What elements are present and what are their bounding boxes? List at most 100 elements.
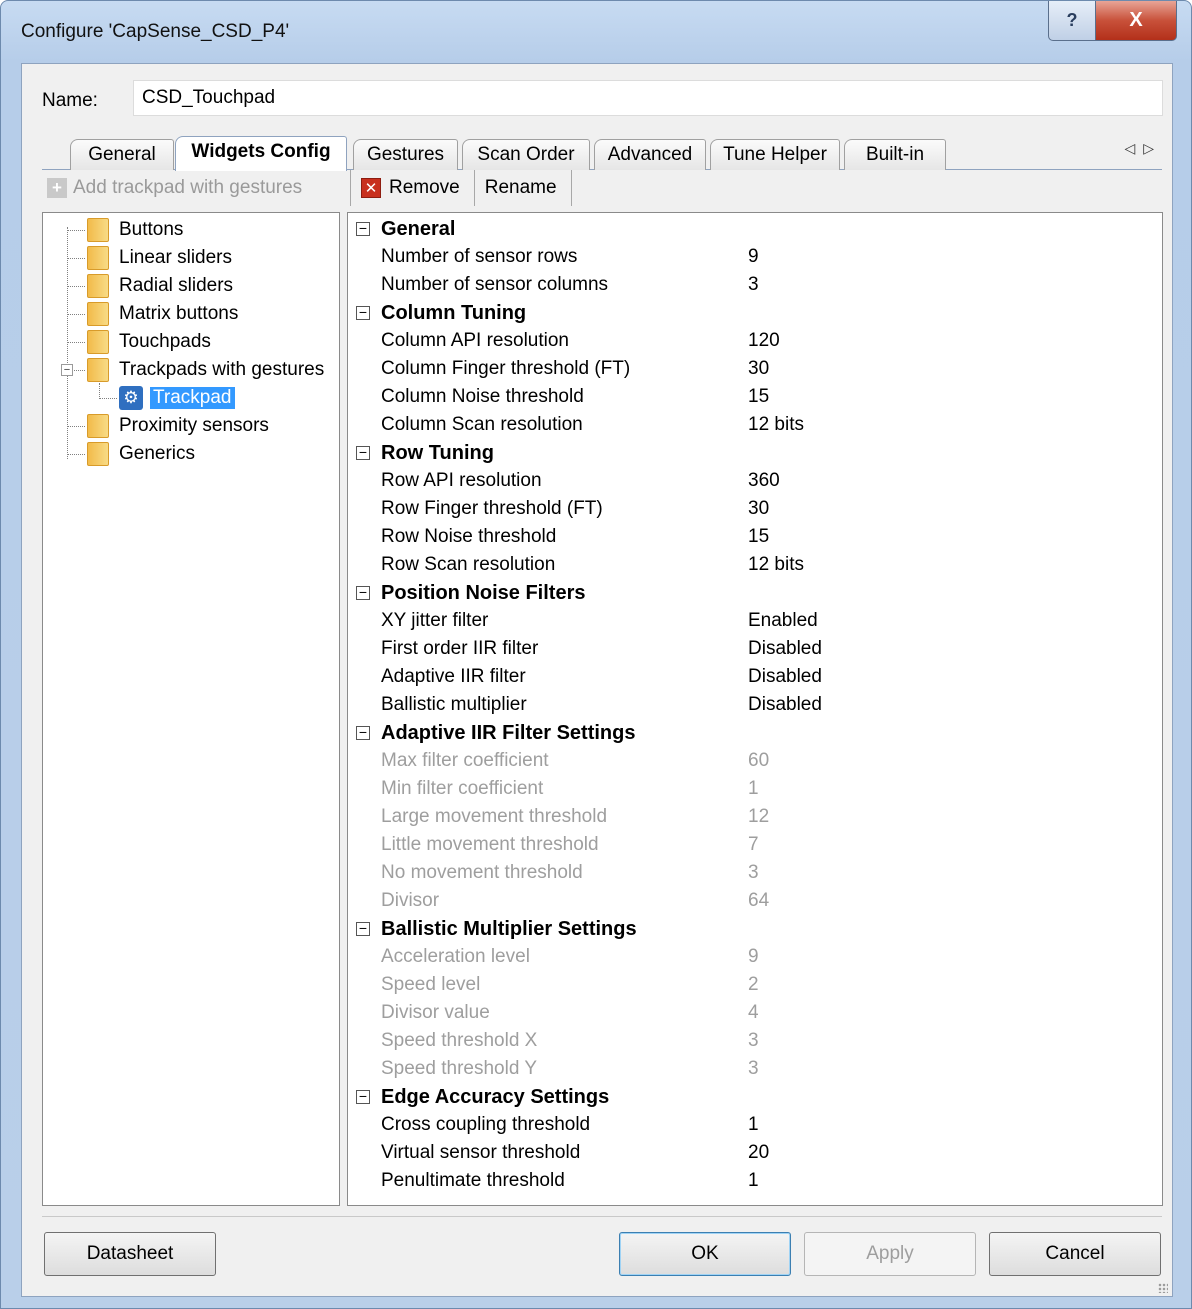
property-value[interactable]: 15 xyxy=(748,526,769,548)
property-value[interactable]: 3 xyxy=(748,274,759,296)
collapse-toggle-icon[interactable]: − xyxy=(61,364,73,376)
property-value[interactable]: 4 xyxy=(748,1002,759,1024)
tab-gestures[interactable]: Gestures xyxy=(353,139,458,170)
tree-item-matrix-buttons[interactable]: Matrix buttons xyxy=(87,300,238,328)
close-button[interactable]: X xyxy=(1095,1,1177,41)
tree-item-radial-sliders[interactable]: Radial sliders xyxy=(87,272,233,300)
property-row[interactable]: Row Finger threshold (FT) 30 xyxy=(348,495,1162,523)
resize-grip-icon[interactable] xyxy=(1158,1283,1168,1293)
collapse-toggle-icon[interactable]: − xyxy=(356,1089,370,1104)
property-value[interactable]: 9 xyxy=(748,246,759,268)
tab-general[interactable]: General xyxy=(70,139,174,170)
property-row[interactable]: Number of sensor rows 9 xyxy=(348,243,1162,271)
property-category[interactable]: − Column Tuning xyxy=(348,299,1162,327)
property-value[interactable]: 20 xyxy=(748,1142,769,1164)
property-row[interactable]: Acceleration level 9 xyxy=(348,943,1162,971)
tab-built-in[interactable]: Built-in xyxy=(844,139,946,170)
property-row[interactable]: Row Noise threshold 15 xyxy=(348,523,1162,551)
property-row[interactable]: Ballistic multiplier Disabled xyxy=(348,691,1162,719)
property-value[interactable]: 9 xyxy=(748,946,759,968)
property-category[interactable]: − Row Tuning xyxy=(348,439,1162,467)
property-value[interactable]: Disabled xyxy=(748,694,822,716)
property-value[interactable]: 12 bits xyxy=(748,554,804,576)
tab-widgets-config[interactable]: Widgets Config xyxy=(175,136,347,171)
collapse-toggle-icon[interactable]: − xyxy=(356,445,370,460)
tree-item-proximity-sensors[interactable]: Proximity sensors xyxy=(87,412,269,440)
property-row[interactable]: Cross coupling threshold 1 xyxy=(348,1111,1162,1139)
property-value[interactable]: Enabled xyxy=(748,610,818,632)
collapse-toggle-icon[interactable]: − xyxy=(356,585,370,600)
property-row[interactable]: Divisor 64 xyxy=(348,887,1162,915)
rename-button[interactable]: Rename xyxy=(475,170,572,206)
help-button[interactable]: ? xyxy=(1048,1,1096,41)
property-value[interactable]: 1 xyxy=(748,778,759,800)
tab-scan-order[interactable]: Scan Order xyxy=(462,139,590,170)
property-value[interactable]: 3 xyxy=(748,1058,759,1080)
tab-tune-helper[interactable]: Tune Helper xyxy=(710,139,840,170)
tree-item-linear-sliders[interactable]: Linear sliders xyxy=(87,244,232,272)
property-value[interactable]: 120 xyxy=(748,330,780,352)
property-row[interactable]: Virtual sensor threshold 20 xyxy=(348,1139,1162,1167)
property-value[interactable]: 3 xyxy=(748,862,759,884)
property-value[interactable]: 12 xyxy=(748,806,769,828)
property-value[interactable]: 2 xyxy=(748,974,759,996)
property-grid[interactable]: − General Number of sensor rows 9 Number of … xyxy=(347,212,1163,1206)
tree-item-trackpads-with-gestures[interactable]: Trackpads with gestures xyxy=(87,356,324,384)
name-input[interactable] xyxy=(133,80,1163,116)
property-row[interactable]: First order IIR filter Disabled xyxy=(348,635,1162,663)
property-row[interactable]: Divisor value 4 xyxy=(348,999,1162,1027)
property-category[interactable]: − General xyxy=(348,215,1162,243)
remove-button[interactable]: ✕ Remove xyxy=(350,170,475,206)
property-value[interactable]: 3 xyxy=(748,1030,759,1052)
add-trackpad-button[interactable]: + Add trackpad with gestures xyxy=(42,172,342,204)
collapse-toggle-icon[interactable]: − xyxy=(356,221,370,236)
property-row[interactable]: Speed threshold Y 3 xyxy=(348,1055,1162,1083)
apply-button[interactable]: Apply xyxy=(804,1232,976,1276)
property-value[interactable]: Disabled xyxy=(748,666,822,688)
property-row[interactable]: Adaptive IIR filter Disabled xyxy=(348,663,1162,691)
property-row[interactable]: Max filter coefficient 60 xyxy=(348,747,1162,775)
collapse-toggle-icon[interactable]: − xyxy=(356,921,370,936)
collapse-toggle-icon[interactable]: − xyxy=(356,725,370,740)
tree-item-generics[interactable]: Generics xyxy=(87,440,195,468)
widget-tree[interactable]: − Buttons Linear sliders Radial sliders … xyxy=(42,212,340,1206)
property-row[interactable]: Speed threshold X 3 xyxy=(348,1027,1162,1055)
property-row[interactable]: Min filter coefficient 1 xyxy=(348,775,1162,803)
property-category[interactable]: − Adaptive IIR Filter Settings xyxy=(348,719,1162,747)
property-value[interactable]: 30 xyxy=(748,358,769,380)
tree-item-touchpads[interactable]: Touchpads xyxy=(87,328,211,356)
property-row[interactable]: Column Finger threshold (FT) 30 xyxy=(348,355,1162,383)
property-row[interactable]: XY jitter filter Enabled xyxy=(348,607,1162,635)
property-value[interactable]: 15 xyxy=(748,386,769,408)
property-category[interactable]: − Position Noise Filters xyxy=(348,579,1162,607)
ok-button[interactable]: OK xyxy=(619,1232,791,1276)
property-value[interactable]: 7 xyxy=(748,834,759,856)
property-row[interactable]: Column API resolution 120 xyxy=(348,327,1162,355)
property-category[interactable]: − Edge Accuracy Settings xyxy=(348,1083,1162,1111)
property-value[interactable]: 64 xyxy=(748,890,769,912)
property-row[interactable]: Number of sensor columns 3 xyxy=(348,271,1162,299)
property-category[interactable]: − Ballistic Multiplier Settings xyxy=(348,915,1162,943)
cancel-button[interactable]: Cancel xyxy=(989,1232,1161,1276)
property-value[interactable]: 60 xyxy=(748,750,769,772)
tree-item-buttons[interactable]: Buttons xyxy=(87,216,183,244)
property-row[interactable]: Column Noise threshold 15 xyxy=(348,383,1162,411)
property-row[interactable]: No movement threshold 3 xyxy=(348,859,1162,887)
property-value[interactable]: 360 xyxy=(748,470,780,492)
property-value[interactable]: Disabled xyxy=(748,638,822,660)
property-row[interactable]: Row API resolution 360 xyxy=(348,467,1162,495)
property-row[interactable]: Row Scan resolution 12 bits xyxy=(348,551,1162,579)
collapse-toggle-icon[interactable]: − xyxy=(356,305,370,320)
property-value[interactable]: 1 xyxy=(748,1114,759,1136)
property-row[interactable]: Penultimate threshold 1 xyxy=(348,1167,1162,1195)
datasheet-button[interactable]: Datasheet xyxy=(44,1232,216,1276)
property-row[interactable]: Speed level 2 xyxy=(348,971,1162,999)
property-row[interactable]: Column Scan resolution 12 bits xyxy=(348,411,1162,439)
property-row[interactable]: Large movement threshold 12 xyxy=(348,803,1162,831)
tree-item-trackpad[interactable]: ⚙ Trackpad xyxy=(119,384,235,412)
property-value[interactable]: 30 xyxy=(748,498,769,520)
title-bar[interactable]: Configure 'CapSense_CSD_P4' ? X xyxy=(1,1,1191,63)
tab-advanced[interactable]: Advanced xyxy=(594,139,706,170)
property-row[interactable]: Little movement threshold 7 xyxy=(348,831,1162,859)
tab-scroll-arrows-icon[interactable]: ◁▷ xyxy=(1124,140,1162,157)
